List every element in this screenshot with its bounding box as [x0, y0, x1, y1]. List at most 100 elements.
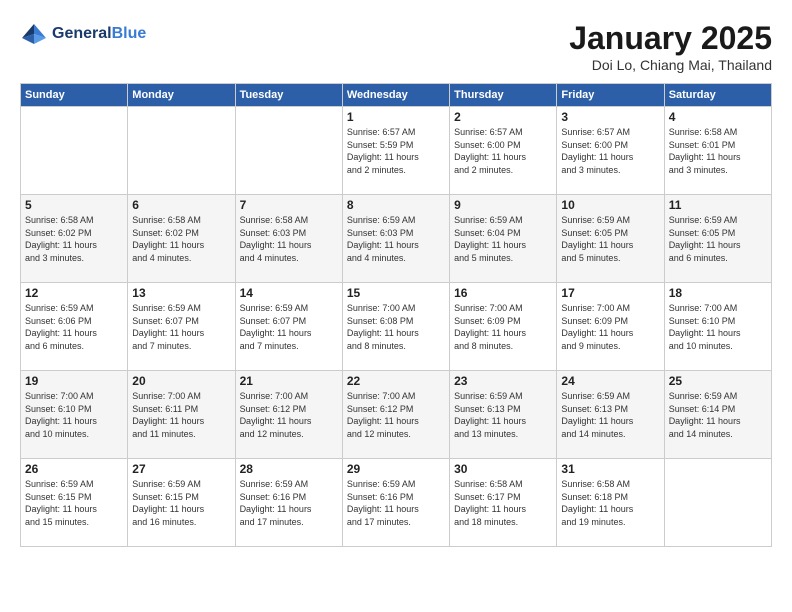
calendar-cell: 28 Sunrise: 6:59 AM Sunset: 6:16 PM Dayli… — [235, 459, 342, 547]
weekday-header-wednesday: Wednesday — [342, 84, 449, 107]
weekday-header-saturday: Saturday — [664, 84, 771, 107]
calendar-cell — [664, 459, 771, 547]
calendar-cell: 18 Sunrise: 7:00 AM Sunset: 6:10 PM Dayli… — [664, 283, 771, 371]
day-number: 31 — [561, 462, 659, 476]
calendar-cell: 9Sunrise: 6:59 AM Sunset: 6:04 PM Daylig… — [450, 195, 557, 283]
weekday-header-tuesday: Tuesday — [235, 84, 342, 107]
day-number: 14 — [240, 286, 338, 300]
day-info: Sunrise: 7:00 AM Sunset: 6:12 PM Dayligh… — [347, 390, 445, 440]
day-info: Sunrise: 6:59 AM Sunset: 6:15 PM Dayligh… — [25, 478, 123, 528]
calendar-cell: 26 Sunrise: 6:59 AM Sunset: 6:15 PM Dayli… — [21, 459, 128, 547]
week-row-1: 5Sunrise: 6:58 AM Sunset: 6:02 PM Daylig… — [21, 195, 772, 283]
day-number: 12 — [25, 286, 123, 300]
day-number: 13 — [132, 286, 230, 300]
calendar-cell: 29Sunrise: 6:59 AM Sunset: 6:16 PM Dayli… — [342, 459, 449, 547]
calendar-cell: 3 Sunrise: 6:57 AM Sunset: 6:00 PM Daylig… — [557, 107, 664, 195]
logo-text: GeneralBlue — [52, 24, 146, 43]
calendar-cell: 12 Sunrise: 6:59 AM Sunset: 6:06 PM Dayli… — [21, 283, 128, 371]
day-info: Sunrise: 6:59 AM Sunset: 6:16 PM Dayligh… — [240, 478, 338, 528]
weekday-header-row: SundayMondayTuesdayWednesdayThursdayFrid… — [21, 84, 772, 107]
calendar-cell: 8Sunrise: 6:59 AM Sunset: 6:03 PM Daylig… — [342, 195, 449, 283]
day-number: 19 — [25, 374, 123, 388]
logo: GeneralBlue — [20, 20, 146, 48]
day-info: Sunrise: 6:59 AM Sunset: 6:07 PM Dayligh… — [240, 302, 338, 352]
day-number: 30 — [454, 462, 552, 476]
day-number: 27 — [132, 462, 230, 476]
logo-line1: General — [52, 25, 112, 42]
day-info: Sunrise: 7:00 AM Sunset: 6:09 PM Dayligh… — [561, 302, 659, 352]
calendar-cell: 15 Sunrise: 7:00 AM Sunset: 6:08 PM Dayli… — [342, 283, 449, 371]
calendar-cell: 25 Sunrise: 6:59 AM Sunset: 6:14 PM Dayli… — [664, 371, 771, 459]
day-info: Sunrise: 6:57 AM Sunset: 6:00 PM Dayligh… — [561, 126, 659, 176]
logo-line2: Blue — [112, 25, 147, 42]
day-number: 3 — [561, 110, 659, 124]
day-info: Sunrise: 6:59 AM Sunset: 6:07 PM Dayligh… — [132, 302, 230, 352]
day-info: Sunrise: 7:00 AM Sunset: 6:10 PM Dayligh… — [669, 302, 767, 352]
day-info: Sunrise: 6:57 AM Sunset: 6:00 PM Dayligh… — [454, 126, 552, 176]
day-info: Sunrise: 7:00 AM Sunset: 6:11 PM Dayligh… — [132, 390, 230, 440]
day-info: Sunrise: 6:58 AM Sunset: 6:02 PM Dayligh… — [25, 214, 123, 264]
weekday-header-monday: Monday — [128, 84, 235, 107]
header: GeneralBlue January 2025 Doi Lo, Chiang … — [20, 20, 772, 73]
calendar-cell: 22Sunrise: 7:00 AM Sunset: 6:12 PM Dayli… — [342, 371, 449, 459]
day-number: 16 — [454, 286, 552, 300]
calendar: SundayMondayTuesdayWednesdayThursdayFrid… — [20, 83, 772, 547]
calendar-cell: 14 Sunrise: 6:59 AM Sunset: 6:07 PM Dayli… — [235, 283, 342, 371]
day-info: Sunrise: 6:59 AM Sunset: 6:13 PM Dayligh… — [561, 390, 659, 440]
day-info: Sunrise: 6:59 AM Sunset: 6:06 PM Dayligh… — [25, 302, 123, 352]
calendar-cell: 20 Sunrise: 7:00 AM Sunset: 6:11 PM Dayli… — [128, 371, 235, 459]
day-number: 24 — [561, 374, 659, 388]
day-number: 25 — [669, 374, 767, 388]
day-info: Sunrise: 6:59 AM Sunset: 6:05 PM Dayligh… — [561, 214, 659, 264]
calendar-cell: 4Sunrise: 6:58 AM Sunset: 6:01 PM Daylig… — [664, 107, 771, 195]
calendar-cell: 10 Sunrise: 6:59 AM Sunset: 6:05 PM Dayli… — [557, 195, 664, 283]
day-number: 20 — [132, 374, 230, 388]
day-info: Sunrise: 6:58 AM Sunset: 6:03 PM Dayligh… — [240, 214, 338, 264]
calendar-cell: 31 Sunrise: 6:58 AM Sunset: 6:18 PM Dayli… — [557, 459, 664, 547]
day-info: Sunrise: 7:00 AM Sunset: 6:10 PM Dayligh… — [25, 390, 123, 440]
day-info: Sunrise: 6:59 AM Sunset: 6:15 PM Dayligh… — [132, 478, 230, 528]
logo-icon — [20, 20, 48, 48]
day-info: Sunrise: 6:59 AM Sunset: 6:13 PM Dayligh… — [454, 390, 552, 440]
calendar-cell: 23Sunrise: 6:59 AM Sunset: 6:13 PM Dayli… — [450, 371, 557, 459]
week-row-4: 26 Sunrise: 6:59 AM Sunset: 6:15 PM Dayli… — [21, 459, 772, 547]
day-info: Sunrise: 7:00 AM Sunset: 6:12 PM Dayligh… — [240, 390, 338, 440]
day-number: 1 — [347, 110, 445, 124]
title-block: January 2025 Doi Lo, Chiang Mai, Thailan… — [569, 20, 772, 73]
calendar-cell: 7 Sunrise: 6:58 AM Sunset: 6:03 PM Daylig… — [235, 195, 342, 283]
day-info: Sunrise: 7:00 AM Sunset: 6:08 PM Dayligh… — [347, 302, 445, 352]
weekday-header-friday: Friday — [557, 84, 664, 107]
calendar-cell: 24 Sunrise: 6:59 AM Sunset: 6:13 PM Dayli… — [557, 371, 664, 459]
weekday-header-sunday: Sunday — [21, 84, 128, 107]
calendar-cell: 1 Sunrise: 6:57 AM Sunset: 5:59 PM Daylig… — [342, 107, 449, 195]
day-info: Sunrise: 6:59 AM Sunset: 6:05 PM Dayligh… — [669, 214, 767, 264]
day-number: 7 — [240, 198, 338, 212]
calendar-cell: 2 Sunrise: 6:57 AM Sunset: 6:00 PM Daylig… — [450, 107, 557, 195]
day-number: 28 — [240, 462, 338, 476]
calendar-cell — [235, 107, 342, 195]
calendar-cell: 21Sunrise: 7:00 AM Sunset: 6:12 PM Dayli… — [235, 371, 342, 459]
day-info: Sunrise: 6:59 AM Sunset: 6:14 PM Dayligh… — [669, 390, 767, 440]
day-number: 15 — [347, 286, 445, 300]
calendar-cell: 27 Sunrise: 6:59 AM Sunset: 6:15 PM Dayli… — [128, 459, 235, 547]
day-number: 2 — [454, 110, 552, 124]
day-number: 18 — [669, 286, 767, 300]
day-info: Sunrise: 6:58 AM Sunset: 6:18 PM Dayligh… — [561, 478, 659, 528]
day-info: Sunrise: 7:00 AM Sunset: 6:09 PM Dayligh… — [454, 302, 552, 352]
calendar-cell: 19 Sunrise: 7:00 AM Sunset: 6:10 PM Dayli… — [21, 371, 128, 459]
day-number: 11 — [669, 198, 767, 212]
day-number: 26 — [25, 462, 123, 476]
calendar-cell: 5Sunrise: 6:58 AM Sunset: 6:02 PM Daylig… — [21, 195, 128, 283]
day-number: 8 — [347, 198, 445, 212]
calendar-cell: 30 Sunrise: 6:58 AM Sunset: 6:17 PM Dayli… — [450, 459, 557, 547]
day-number: 4 — [669, 110, 767, 124]
day-number: 17 — [561, 286, 659, 300]
calendar-cell: 11 Sunrise: 6:59 AM Sunset: 6:05 PM Dayli… — [664, 195, 771, 283]
week-row-2: 12 Sunrise: 6:59 AM Sunset: 6:06 PM Dayli… — [21, 283, 772, 371]
day-number: 10 — [561, 198, 659, 212]
calendar-cell: 17 Sunrise: 7:00 AM Sunset: 6:09 PM Dayli… — [557, 283, 664, 371]
day-info: Sunrise: 6:58 AM Sunset: 6:17 PM Dayligh… — [454, 478, 552, 528]
calendar-cell: 16 Sunrise: 7:00 AM Sunset: 6:09 PM Dayli… — [450, 283, 557, 371]
day-info: Sunrise: 6:57 AM Sunset: 5:59 PM Dayligh… — [347, 126, 445, 176]
calendar-cell — [128, 107, 235, 195]
